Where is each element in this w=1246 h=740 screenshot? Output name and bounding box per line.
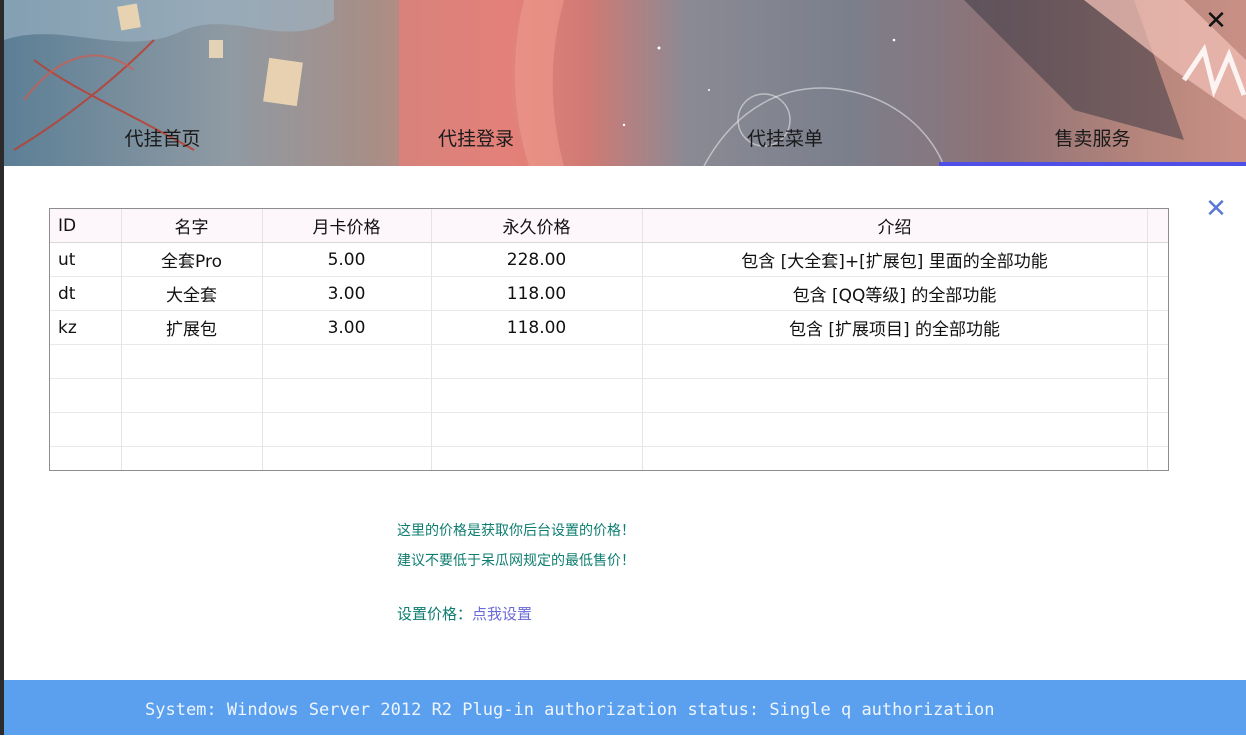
cell-filler	[1147, 276, 1168, 311]
cell-monthly-price: 3.00	[262, 276, 432, 311]
cell-permanent-price: 118.00	[431, 310, 643, 345]
cell-id: dt	[50, 276, 122, 311]
set-price-row: 设置价格：点我设置	[397, 601, 532, 627]
nav-tabs: 代挂首页 代挂登录 代挂菜单 售卖服务	[4, 116, 1246, 166]
cell-intro: 包含 [QQ等级] 的全部功能	[642, 276, 1148, 311]
note-line-2: 建议不要低于呆瓜网规定的最低售价！	[397, 553, 635, 569]
service-table: ID 名字 月卡价格 永久价格 介绍 ut 全套Pro 5.00 228.00 …	[49, 208, 1169, 471]
cell-filler	[1147, 310, 1168, 345]
tab-sales-service-label: 售卖服务	[1054, 128, 1131, 150]
tab-login-label: 代挂登录	[437, 128, 514, 150]
column-header-monthly-price[interactable]: 月卡价格	[262, 209, 432, 243]
cell-intro: 包含 [扩展项目] 的全部功能	[642, 310, 1148, 345]
tab-menu-label: 代挂菜单	[746, 128, 823, 150]
column-header-name[interactable]: 名字	[121, 209, 263, 243]
tab-menu[interactable]: 代挂菜单	[631, 116, 939, 166]
set-price-label: 设置价格：	[397, 605, 473, 623]
header-banner: ✕ 代挂首页 代挂登录 代挂菜单 售卖服务	[4, 0, 1246, 166]
table-row[interactable]: ut 全套Pro 5.00 228.00 包含 [大全套]+[扩展包] 里面的全…	[50, 242, 1168, 277]
cell-name: 全套Pro	[121, 242, 263, 277]
panel-close-button[interactable]: ✕	[1203, 196, 1229, 222]
table-row-empty	[50, 344, 1168, 379]
tab-home[interactable]: 代挂首页	[4, 116, 321, 166]
window-close-button[interactable]: ✕	[1202, 6, 1230, 36]
close-icon: ✕	[1205, 6, 1227, 36]
cell-id: ut	[50, 242, 122, 277]
column-header-id[interactable]: ID	[50, 209, 122, 243]
cell-monthly-price: 5.00	[262, 242, 432, 277]
cell-permanent-price: 118.00	[431, 276, 643, 311]
column-header-permanent-price[interactable]: 永久价格	[431, 209, 643, 243]
cell-monthly-price: 3.00	[262, 310, 432, 345]
table-header-row: ID 名字 月卡价格 永久价格 介绍	[50, 209, 1168, 243]
table-row-empty	[50, 412, 1168, 447]
table-row-empty	[50, 446, 1168, 470]
tab-login[interactable]: 代挂登录	[321, 116, 631, 166]
cell-permanent-price: 228.00	[431, 242, 643, 277]
table-row[interactable]: dt 大全套 3.00 118.00 包含 [QQ等级] 的全部功能	[50, 276, 1168, 311]
cell-intro: 包含 [大全套]+[扩展包] 里面的全部功能	[642, 242, 1148, 277]
price-notes: 这里的价格是获取你后台设置的价格！ 建议不要低于呆瓜网规定的最低售价！	[397, 516, 635, 576]
table-row[interactable]: kz 扩展包 3.00 118.00 包含 [扩展项目] 的全部功能	[50, 310, 1168, 345]
tab-sales-service[interactable]: 售卖服务	[939, 116, 1246, 166]
note-line-1: 这里的价格是获取你后台设置的价格！	[397, 523, 635, 539]
tab-home-label: 代挂首页	[124, 128, 201, 150]
status-text: System: Windows Server 2012 R2 Plug-in a…	[145, 700, 995, 720]
table-row-empty	[50, 378, 1168, 413]
column-header-filler	[1147, 209, 1168, 243]
cell-name: 大全套	[121, 276, 263, 311]
cell-name: 扩展包	[121, 310, 263, 345]
close-icon: ✕	[1205, 194, 1227, 224]
set-price-link[interactable]: 点我设置	[472, 605, 532, 623]
status-bar: System: Windows Server 2012 R2 Plug-in a…	[4, 680, 1246, 735]
cell-id: kz	[50, 310, 122, 345]
cell-filler	[1147, 242, 1168, 277]
column-header-intro[interactable]: 介绍	[642, 209, 1148, 243]
